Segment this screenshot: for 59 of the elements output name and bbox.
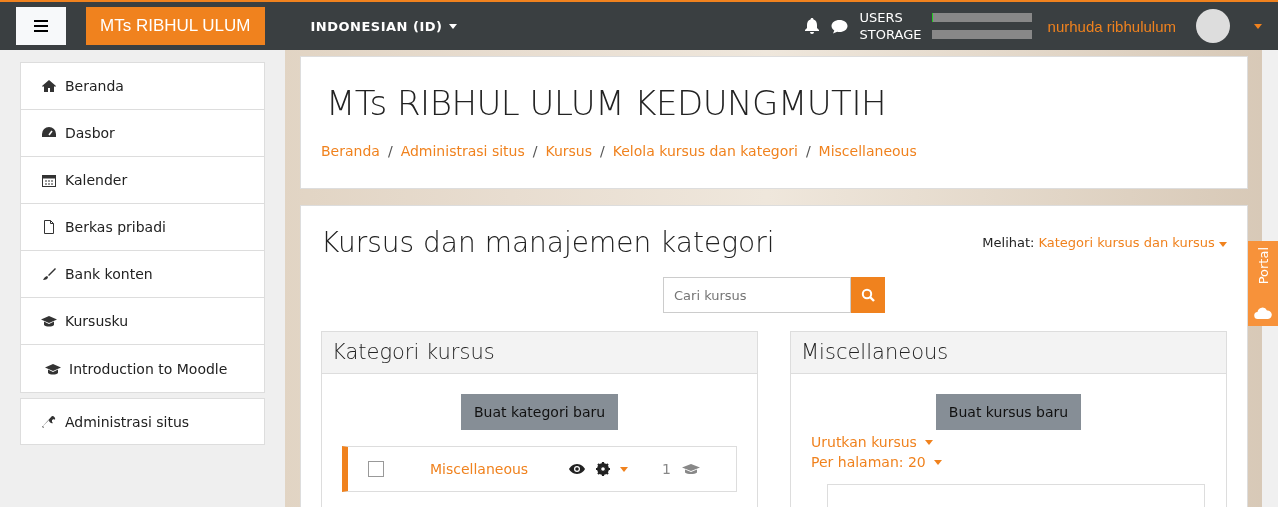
sidebar-item[interactable]: Dasbor xyxy=(21,110,264,157)
cloud-icon xyxy=(1254,306,1272,320)
quota-label: USERS xyxy=(859,10,904,25)
menu-button[interactable] xyxy=(16,7,66,45)
sidebar-item[interactable]: Kursusku xyxy=(21,298,264,345)
graduation-cap-icon xyxy=(680,463,701,475)
user-name-link[interactable]: nurhuda ribhululum xyxy=(1047,17,1176,35)
menu-icon xyxy=(34,20,48,32)
category-link[interactable]: Miscellaneous xyxy=(430,461,558,477)
breadcrumb-separator: / xyxy=(600,143,605,159)
search-field[interactable]: Cari kursus xyxy=(663,277,851,313)
create-course-button[interactable]: Buat kursus baru xyxy=(935,394,1082,430)
gear-icon[interactable] xyxy=(596,462,610,476)
brush-icon xyxy=(41,267,57,281)
wrench-icon xyxy=(41,414,57,429)
sidebar-item[interactable]: Beranda xyxy=(21,63,264,110)
breadcrumb-separator: / xyxy=(805,143,811,159)
checkbox[interactable] xyxy=(368,461,384,477)
breadcrumb-separator: / xyxy=(532,143,538,159)
language-menu[interactable]: INDONESIAN (ID) xyxy=(310,18,457,34)
quota-label: STORAGE xyxy=(859,27,923,42)
avatar[interactable] xyxy=(1196,9,1230,43)
chat-icon[interactable] xyxy=(830,18,848,34)
search-button[interactable] xyxy=(851,277,885,313)
bell-icon[interactable] xyxy=(804,18,819,34)
sort-dropdown[interactable]: Urutkan kursus xyxy=(811,434,933,450)
site-name-link[interactable]: MTs RIBHUL ULUM xyxy=(86,7,265,45)
home-icon xyxy=(41,79,57,93)
view-dropdown[interactable]: Kategori kursus dan kursus xyxy=(1038,235,1227,250)
breadcrumb-link[interactable]: Kelola kursus dan kategori xyxy=(612,143,798,159)
breadcrumb-link[interactable]: Administrasi situs xyxy=(400,143,525,159)
breadcrumb-link[interactable]: Beranda xyxy=(321,143,380,159)
breadcrumb-link[interactable]: Kursus xyxy=(545,143,593,159)
per-page-dropdown[interactable]: Per halaman: 20 xyxy=(811,454,942,470)
graduation-cap-icon xyxy=(41,314,57,328)
eye-icon[interactable] xyxy=(568,463,586,475)
create-category-button[interactable]: Buat kategori baru xyxy=(460,394,619,430)
breadcrumb-separator: / xyxy=(387,143,393,159)
calendar-icon xyxy=(41,173,57,187)
user-menu-caret-icon[interactable] xyxy=(1254,23,1262,29)
sidebar-item[interactable]: Administrasi situs xyxy=(20,398,265,445)
panel-heading: Miscellaneous xyxy=(791,332,1226,374)
portal-tab[interactable]: Portal xyxy=(1248,241,1278,326)
course-count: 1 xyxy=(662,461,671,477)
sidebar-item[interactable]: Introduction to Moodle xyxy=(21,345,264,392)
graduation-cap-icon xyxy=(45,361,61,376)
section-title: Kursus dan manajemen kategori xyxy=(321,226,775,259)
sidebar-item[interactable]: Kalender xyxy=(21,157,264,204)
panel-heading: Kategori kursus xyxy=(322,332,757,374)
view-label: Melihat: xyxy=(982,235,1035,250)
sidebar-item[interactable]: Bank konten xyxy=(21,251,264,298)
page-title: MTs RIBHUL ULUM KEDUNGMUTIH xyxy=(326,83,887,123)
breadcrumb-link[interactable]: Miscellaneous xyxy=(818,143,917,159)
search-icon xyxy=(861,288,875,302)
category-row[interactable]: Miscellaneous 1 xyxy=(342,446,737,492)
sidebar-item[interactable]: Berkas pribadi xyxy=(21,204,264,251)
file-icon xyxy=(41,220,57,234)
caret-icon[interactable] xyxy=(620,466,628,472)
gauge-icon xyxy=(41,126,57,140)
